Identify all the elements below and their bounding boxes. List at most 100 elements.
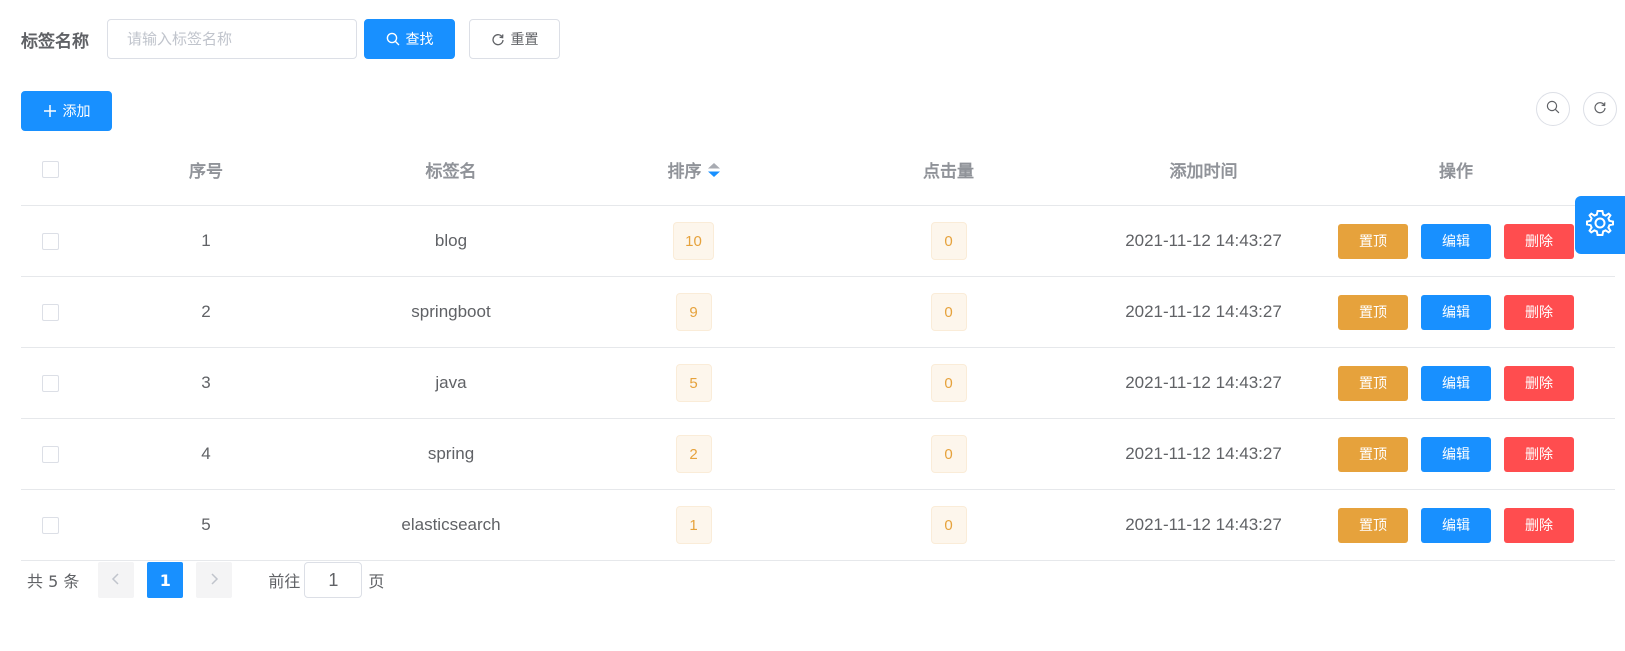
search-input[interactable] [107,19,357,59]
edit-button[interactable]: 编辑 [1421,436,1491,472]
goto-prefix: 前往 [268,572,301,591]
delete-button[interactable]: 删除 [1504,365,1574,401]
refresh-icon [1593,100,1607,119]
sort-caret-icon[interactable] [707,162,720,177]
find-button[interactable]: 查找 [364,19,455,59]
clicks-tag: 0 [930,222,967,260]
row-sort-cell: 2 [571,419,816,489]
row-checkbox-cell [21,348,81,418]
row-time: 2021-11-12 14:43:27 [1125,515,1282,534]
row-name: java [435,373,467,392]
row-checkbox-cell [21,490,81,560]
header-clicks: 点击量 [923,162,974,182]
table-header: 序号 标签名 排序 点击量 添加时间 操作 [21,134,1615,206]
row-checkbox[interactable] [42,445,59,463]
row-ops: 置顶 编辑 删除 [1326,277,1586,347]
select-all-checkbox[interactable] [42,161,59,178]
row-clicks-cell: 0 [816,277,1081,347]
edit-button[interactable]: 编辑 [1421,223,1491,259]
header-checkbox-cell [21,134,81,205]
sort-tag: 10 [673,222,714,260]
chevron-left-icon [111,571,121,590]
pagination: 共 5 条 1 前往 页 [27,562,384,598]
row-checkbox[interactable] [42,374,59,392]
table-row: 1 blog 10 0 2021-11-12 14:43:27 置顶 编辑 删除 [21,206,1615,277]
pin-top-button[interactable]: 置顶 [1338,365,1408,401]
delete-button[interactable]: 删除 [1504,436,1574,472]
refresh-button[interactable] [1583,92,1617,126]
reset-button-label: 重置 [510,32,539,48]
row-name: elasticsearch [401,515,501,534]
sort-tag: 2 [675,435,712,473]
clicks-tag: 0 [930,364,967,402]
toggle-search-button[interactable] [1536,92,1570,126]
row-clicks-cell: 0 [816,206,1081,276]
pin-top-button[interactable]: 置顶 [1338,436,1408,472]
table-row: 2 springboot 9 0 2021-11-12 14:43:27 置顶 … [21,277,1615,348]
edit-button[interactable]: 编辑 [1421,365,1491,401]
page-number-button[interactable]: 1 [147,562,184,598]
chevron-right-icon [209,571,219,590]
row-clicks-cell: 0 [816,419,1081,489]
next-page-button[interactable] [196,562,233,598]
pin-top-button[interactable]: 置顶 [1338,223,1408,259]
row-seq: 5 [201,515,211,534]
refresh-icon [491,32,505,46]
sort-tag: 9 [675,293,712,331]
row-time: 2021-11-12 14:43:27 [1125,302,1282,321]
row-time: 2021-11-12 14:43:27 [1125,444,1282,463]
header-name: 标签名 [425,162,477,182]
goto-suffix: 页 [368,572,385,591]
add-button-label: 添加 [62,104,91,120]
tags-table: 序号 标签名 排序 点击量 添加时间 操作 1 blog 10 0 2021-1… [21,134,1615,561]
pin-top-button[interactable]: 置顶 [1338,507,1408,543]
row-checkbox[interactable] [42,516,59,534]
table-row: 5 elasticsearch 1 0 2021-11-12 14:43:27 … [21,490,1615,561]
reset-button[interactable]: 重置 [469,19,560,59]
row-checkbox[interactable] [42,232,59,250]
delete-button[interactable]: 删除 [1504,507,1574,543]
search-label: 标签名称 [21,32,89,52]
sort-tag: 5 [675,364,712,402]
row-ops: 置顶 编辑 删除 [1326,490,1586,560]
row-name: blog [434,231,468,250]
find-button-label: 查找 [405,32,434,48]
search-icon [386,32,400,46]
header-time: 添加时间 [1169,162,1238,182]
row-name: spring [427,444,475,463]
goto-page-input[interactable] [304,562,363,598]
row-ops: 置顶 编辑 删除 [1326,348,1586,418]
add-button[interactable]: 添加 [21,91,112,131]
settings-button[interactable] [1575,196,1625,254]
row-checkbox[interactable] [42,303,59,321]
plus-icon [43,104,57,118]
prev-page-button[interactable] [98,562,135,598]
clicks-tag: 0 [930,293,967,331]
clicks-tag: 0 [930,435,967,473]
row-time: 2021-11-12 14:43:27 [1125,373,1282,392]
edit-button[interactable]: 编辑 [1421,294,1491,330]
pin-top-button[interactable]: 置顶 [1338,294,1408,330]
row-seq: 1 [201,231,211,250]
gear-icon [1585,208,1615,243]
table-body: 1 blog 10 0 2021-11-12 14:43:27 置顶 编辑 删除… [21,206,1615,561]
header-ops: 操作 [1439,162,1473,182]
row-name: springboot [411,302,491,321]
edit-button[interactable]: 编辑 [1421,507,1491,543]
row-checkbox-cell [21,206,81,276]
row-checkbox-cell [21,277,81,347]
row-seq: 3 [201,373,211,392]
row-ops: 置顶 编辑 删除 [1326,206,1586,276]
header-sort[interactable]: 排序 [571,134,816,205]
row-clicks-cell: 0 [816,490,1081,560]
header-seq: 序号 [189,162,223,182]
row-checkbox-cell [21,419,81,489]
sort-tag: 1 [675,506,712,544]
row-seq: 2 [201,302,211,321]
search-icon [1546,100,1560,119]
row-clicks-cell: 0 [816,348,1081,418]
row-sort-cell: 1 [571,490,816,560]
delete-button[interactable]: 删除 [1504,294,1574,330]
delete-button[interactable]: 删除 [1504,223,1574,259]
pagination-total: 共 5 条 [27,572,80,591]
